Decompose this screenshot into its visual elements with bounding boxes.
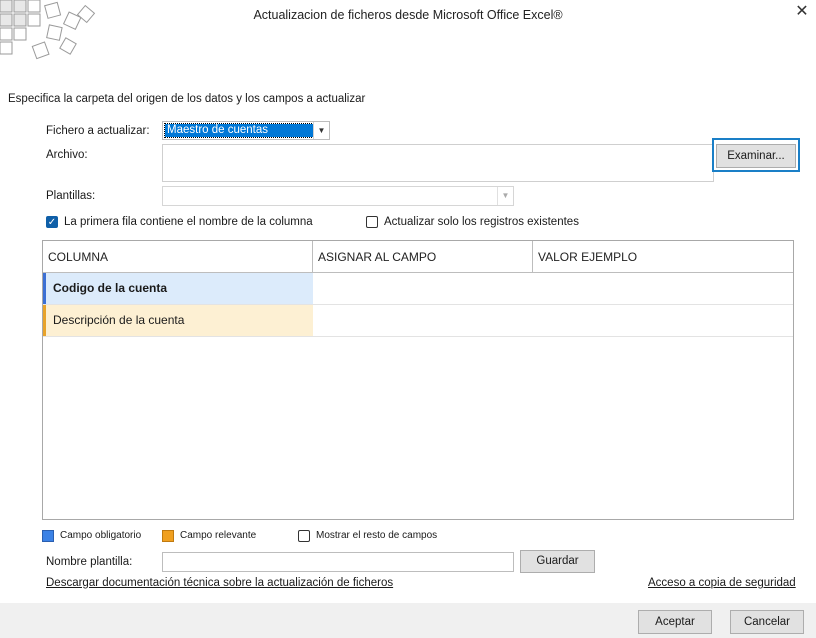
obligatorio-label: Campo obligatorio (60, 530, 142, 541)
window-title: Actualizacion de ficheros desde Microsof… (253, 8, 563, 22)
first-row-checkbox[interactable]: ✓ (46, 216, 58, 228)
table-row[interactable]: Descripción de la cuenta (43, 305, 793, 337)
show-rest-label: Mostrar el resto de campos (316, 530, 438, 541)
chevron-down-icon[interactable]: ▼ (497, 187, 513, 205)
guardar-button[interactable]: Guardar (520, 550, 595, 573)
plantillas-label: Plantillas: (46, 190, 96, 202)
accept-button[interactable]: Aceptar (638, 610, 712, 634)
column-header-asignar[interactable]: ASIGNAR AL CAMPO (313, 241, 533, 273)
template-name-input[interactable] (162, 552, 514, 572)
table-row[interactable]: Codigo de la cuenta (43, 273, 793, 305)
close-icon[interactable]: ✕ (792, 2, 812, 22)
column-header-valor[interactable]: VALOR EJEMPLO (533, 241, 793, 273)
cancel-button[interactable]: Cancelar (730, 610, 804, 634)
fichero-label: Fichero a actualizar: (46, 125, 150, 137)
examinar-button[interactable]: Examinar... (716, 144, 796, 168)
update-existing-label: Actualizar solo los registros existentes (384, 216, 579, 228)
fichero-selected-value: Maestro de cuentas (164, 123, 314, 138)
row-columna-cell: Codigo de la cuenta (43, 273, 313, 304)
first-row-label: La primera fila contiene el nombre de la… (64, 216, 313, 228)
archivo-field[interactable] (162, 144, 714, 182)
relevante-label: Campo relevante (180, 530, 257, 541)
backup-link[interactable]: Acceso a copia de seguridad (648, 577, 796, 589)
template-name-label: Nombre plantilla: (46, 556, 133, 568)
relevante-swatch (162, 530, 174, 542)
instructions-text: Especifica la carpeta del origen de los … (8, 93, 366, 105)
doc-link[interactable]: Descargar documentación técnica sobre la… (46, 577, 393, 589)
fichero-select[interactable]: Maestro de cuentas ▼ (162, 121, 330, 140)
row-columna-cell: Descripción de la cuenta (43, 305, 313, 336)
column-header-columna[interactable]: COLUMNA (43, 241, 313, 273)
chevron-down-icon[interactable]: ▼ (313, 122, 329, 139)
fields-grid[interactable]: COLUMNA ASIGNAR AL CAMPO VALOR EJEMPLO C… (42, 240, 794, 520)
show-rest-checkbox[interactable] (298, 530, 310, 542)
plantillas-select[interactable]: ▼ (162, 186, 514, 206)
update-existing-checkbox[interactable] (366, 216, 378, 228)
archivo-label: Archivo: (46, 149, 88, 161)
obligatorio-swatch (42, 530, 54, 542)
